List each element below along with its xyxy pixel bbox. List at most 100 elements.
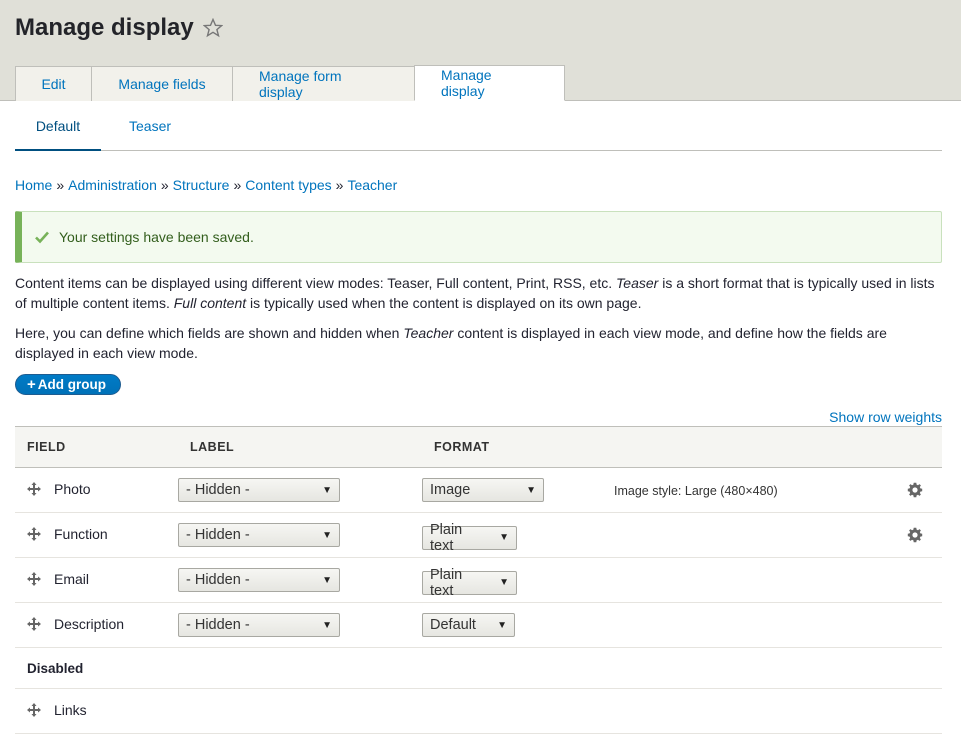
primary-tabs: Edit Manage fields Manage form display M… xyxy=(15,65,565,101)
field-label: Function xyxy=(54,526,108,542)
select-value: Default xyxy=(430,617,476,633)
select-value: Plain text xyxy=(430,566,463,599)
field-label: Links xyxy=(54,702,87,718)
region-row-disabled: Disabled xyxy=(15,647,942,689)
help-text-part: is typically used when the content is di… xyxy=(246,295,642,311)
header-field: Field xyxy=(15,426,178,468)
format-select[interactable]: Plain text ▼ xyxy=(422,522,517,554)
label-select[interactable]: - Hidden - ▼ xyxy=(178,523,340,547)
summary-cell xyxy=(614,557,882,603)
tab-teaser[interactable]: Teaser xyxy=(116,101,184,150)
chevron-down-icon: ▼ xyxy=(499,532,509,543)
region-title: Disabled xyxy=(15,647,942,689)
select-value: - Hidden - xyxy=(186,617,250,633)
label-select[interactable]: - Hidden - ▼ xyxy=(178,568,340,592)
format-select[interactable]: Image ▼ xyxy=(422,478,544,502)
breadcrumb-home[interactable]: Home xyxy=(15,177,52,193)
summary-cell xyxy=(614,512,882,558)
table-row: Function - Hidden - ▼ Plain text ▼ xyxy=(15,512,942,558)
format-cell: Plain text ▼ xyxy=(422,512,614,558)
field-label: Photo xyxy=(54,481,91,497)
label-cell: - Hidden - ▼ xyxy=(178,557,422,603)
page-title-text: Manage display xyxy=(15,14,194,41)
field-cell: Email xyxy=(15,557,178,603)
tab-manage-form-display[interactable]: Manage form display xyxy=(232,66,415,101)
operations-cell xyxy=(882,688,942,734)
label-cell: - Hidden - ▼ xyxy=(178,512,422,558)
summary-cell xyxy=(614,602,882,648)
drag-icon[interactable] xyxy=(27,572,41,586)
help-text-part: Here, you can define which fields are sh… xyxy=(15,325,404,341)
help-emphasis: Full content xyxy=(173,295,247,311)
format-select[interactable]: Plain text ▼ xyxy=(422,567,517,599)
summary-cell xyxy=(614,688,882,734)
field-cell: Photo xyxy=(15,467,178,513)
breadcrumb-administration[interactable]: Administration xyxy=(68,177,157,193)
header-label: Label xyxy=(178,426,422,468)
help-paragraph-1: Content items can be displayed using dif… xyxy=(15,273,942,313)
field-cell: Links xyxy=(15,688,178,734)
chevron-down-icon: ▼ xyxy=(322,529,332,541)
field-label: Email xyxy=(54,571,90,587)
show-row-weights-link[interactable]: Show row weights xyxy=(829,409,942,425)
field-cell: Function xyxy=(15,512,178,558)
chevron-down-icon: ▼ xyxy=(526,484,536,496)
field-name: Function xyxy=(27,526,108,542)
status-message-text: Your settings have been saved. xyxy=(59,229,254,245)
operations-cell xyxy=(882,467,942,513)
format-cell xyxy=(422,688,614,734)
header-operations xyxy=(882,426,942,468)
check-icon xyxy=(35,231,49,244)
tab-manage-fields[interactable]: Manage fields xyxy=(91,66,233,101)
breadcrumb-content-types[interactable]: Content types xyxy=(245,177,331,193)
field-display-table: Field Label Format Photo - Hidden - ▼ Ima… xyxy=(15,426,942,734)
tab-manage-display[interactable]: Manage display xyxy=(414,65,565,101)
help-text: Content items can be displayed using dif… xyxy=(15,273,942,363)
chevron-down-icon: ▼ xyxy=(322,484,332,496)
select-value: - Hidden - xyxy=(186,572,250,588)
drag-icon[interactable] xyxy=(27,482,41,496)
summary-cell: Image style: Large (480×480) xyxy=(614,467,882,513)
header-format: Format xyxy=(422,426,614,468)
field-label: Description xyxy=(54,616,125,632)
help-emphasis: Teaser xyxy=(616,275,659,291)
gear-icon[interactable] xyxy=(907,482,923,498)
format-cell: Image ▼ xyxy=(422,467,614,513)
label-select[interactable]: - Hidden - ▼ xyxy=(178,613,340,637)
help-text-part: Content items can be displayed using dif… xyxy=(15,275,617,291)
tab-edit[interactable]: Edit xyxy=(15,66,92,101)
field-name: Links xyxy=(27,702,87,718)
format-select[interactable]: Default ▼ xyxy=(422,613,515,637)
breadcrumb-structure[interactable]: Structure xyxy=(173,177,230,193)
drag-icon[interactable] xyxy=(27,527,41,541)
drag-icon[interactable] xyxy=(27,617,41,631)
gear-icon[interactable] xyxy=(907,527,923,543)
breadcrumb-separator: » xyxy=(335,177,344,193)
breadcrumb-separator: » xyxy=(233,177,242,193)
label-cell xyxy=(178,688,422,734)
operations-cell xyxy=(882,557,942,603)
breadcrumb: Home» Administration» Structure» Content ty… xyxy=(15,177,946,193)
secondary-tabs: Default Teaser xyxy=(15,101,942,151)
breadcrumb-teacher[interactable]: Teacher xyxy=(347,177,397,193)
chevron-down-icon: ▼ xyxy=(322,574,332,586)
select-value: - Hidden - xyxy=(186,482,250,498)
add-group-label: Add group xyxy=(37,377,106,392)
chevron-down-icon: ▼ xyxy=(499,577,509,588)
label-cell: - Hidden - ▼ xyxy=(178,602,422,648)
operations-cell xyxy=(882,512,942,558)
breadcrumb-separator: » xyxy=(160,177,169,193)
format-cell: Plain text ▼ xyxy=(422,557,614,603)
page-title: Manage display xyxy=(15,14,223,42)
tab-default[interactable]: Default xyxy=(15,101,101,151)
table-row: Description - Hidden - ▼ Default ▼ xyxy=(15,602,942,648)
field-name: Photo xyxy=(27,481,91,497)
status-message: Your settings have been saved. xyxy=(15,211,942,263)
table-row: Photo - Hidden - ▼ Image ▼ Image style: La… xyxy=(15,467,942,513)
help-paragraph-2: Here, you can define which fields are sh… xyxy=(15,323,942,363)
drag-icon[interactable] xyxy=(27,703,41,717)
label-select[interactable]: - Hidden - ▼ xyxy=(178,478,340,502)
field-cell: Description xyxy=(15,602,178,648)
add-group-button[interactable]: + Add group xyxy=(15,374,121,395)
star-icon[interactable] xyxy=(202,18,223,38)
